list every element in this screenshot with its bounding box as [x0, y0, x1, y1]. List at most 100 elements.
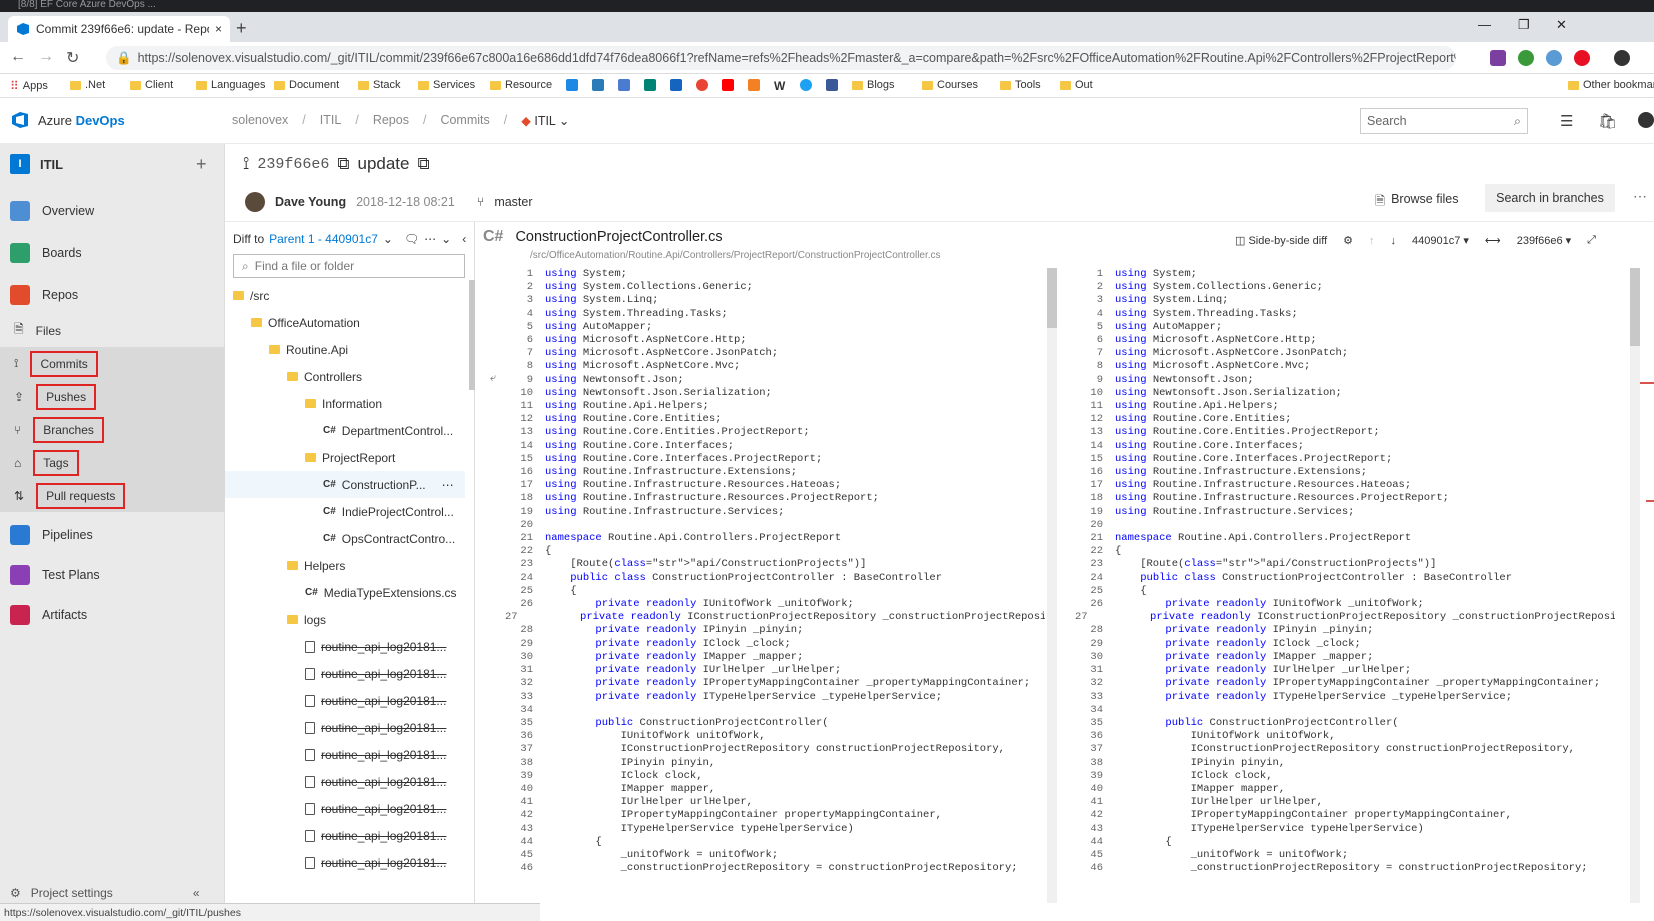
breadcrumb-repos[interactable]: Repos: [373, 113, 409, 128]
reload-icon[interactable]: ↻: [66, 48, 79, 68]
tree-file[interactable]: C# DepartmentControl...: [225, 417, 465, 444]
tree-file[interactable]: C# OpsContractContro...: [225, 525, 465, 552]
arrow-down-icon[interactable]: ↓: [1391, 235, 1397, 247]
nav-overview[interactable]: Overview: [0, 194, 225, 228]
tree-file-deleted[interactable]: routine_api_log20181...: [225, 714, 465, 741]
comment-icon[interactable]: 🗨: [404, 232, 419, 246]
tree-folder[interactable]: Helpers: [225, 552, 465, 579]
tree-file-deleted[interactable]: routine_api_log20181...: [225, 633, 465, 660]
search-in-branches-button[interactable]: Search in branches: [1485, 184, 1615, 212]
bookmark-apps[interactable]: ⠿ Apps: [10, 79, 48, 93]
browse-files-button[interactable]: 🗎 Browse files: [1375, 192, 1458, 213]
breadcrumb-commits[interactable]: Commits: [440, 113, 489, 128]
tree-folder[interactable]: Information: [225, 390, 465, 417]
browser-tab[interactable]: Commit 239f66e6: update - Repos ×: [8, 16, 230, 42]
gear-icon[interactable]: ⚙: [1343, 234, 1353, 247]
url-field[interactable]: 🔒 https://solenovex.visualstudio.com/_gi…: [106, 46, 1456, 70]
bookmark-folder[interactable]: Stack: [358, 79, 401, 91]
nav-branches[interactable]: ⑂ Branches: [0, 413, 225, 446]
tree-folder[interactable]: ProjectReport: [225, 444, 465, 471]
profile-icon[interactable]: [1614, 50, 1630, 66]
nav-boards[interactable]: Boards: [0, 236, 225, 270]
list-icon[interactable]: ☰: [1560, 112, 1573, 130]
other-bookmarks[interactable]: Other bookmarks: [1568, 79, 1654, 91]
window-close-icon[interactable]: ✕: [1556, 17, 1567, 33]
right-scrollbar-thumb[interactable]: [1630, 268, 1640, 346]
side-by-side-toggle[interactable]: ◫ Side-by-side diff: [1235, 234, 1327, 247]
tree-file-deleted[interactable]: routine_api_log20181...: [225, 660, 465, 687]
tree-folder[interactable]: Controllers: [225, 363, 465, 390]
bookmark-folder[interactable]: .Net: [70, 79, 105, 91]
bookmark-folder[interactable]: Services: [418, 79, 475, 91]
left-scrollbar-thumb[interactable]: [1047, 268, 1057, 328]
copy-icon[interactable]: ⧉: [417, 154, 429, 174]
wikipedia-icon[interactable]: W: [774, 79, 785, 93]
project-header[interactable]: I ITIL: [10, 154, 63, 174]
tree-file-deleted[interactable]: routine_api_log20181...: [225, 822, 465, 849]
search-box[interactable]: Search ⌕: [1360, 108, 1528, 134]
bookmark-favicon-icon[interactable]: [618, 79, 630, 91]
nav-files[interactable]: 🗎 Files: [0, 314, 225, 347]
facebook-icon[interactable]: [826, 79, 838, 91]
nav-repos[interactable]: Repos: [0, 278, 225, 312]
comment-marker-icon[interactable]: ⤶: [490, 372, 496, 385]
user-avatar[interactable]: [1638, 112, 1654, 128]
onenote-extension-icon[interactable]: [1490, 50, 1506, 66]
collapse-pane-icon[interactable]: ‹: [462, 232, 466, 246]
nav-artifacts[interactable]: Artifacts: [0, 598, 225, 632]
back-icon[interactable]: ←: [10, 48, 26, 66]
nav-pull-requests[interactable]: ⇅ Pull requests: [0, 479, 225, 512]
tree-file[interactable]: C# MediaTypeExtensions.cs: [225, 579, 465, 606]
more-options-icon[interactable]: ⋯: [442, 478, 454, 492]
tree-folder[interactable]: OfficeAutomation: [225, 309, 465, 336]
tree-file-deleted[interactable]: routine_api_log20181...: [225, 795, 465, 822]
forward-icon[interactable]: →: [38, 48, 54, 66]
bookmark-folder[interactable]: Client: [130, 79, 173, 91]
nav-pushes[interactable]: ⇪ Pushes: [0, 380, 225, 413]
tree-file-selected[interactable]: C# ConstructionP... ⋯: [225, 471, 465, 498]
bing-icon[interactable]: [644, 79, 656, 91]
arrow-up-icon[interactable]: ↑: [1369, 235, 1375, 247]
expand-icon[interactable]: ⤢: [1587, 234, 1596, 247]
nav-test-plans[interactable]: Test Plans: [0, 558, 225, 592]
project-settings[interactable]: ⚙ Project settings «: [10, 886, 200, 900]
minimize-icon[interactable]: —: [1478, 17, 1491, 32]
google-icon[interactable]: [696, 79, 708, 91]
breadcrumb-project[interactable]: ITIL: [320, 113, 342, 128]
azure-devops-logo[interactable]: Azure DevOps: [10, 110, 125, 130]
left-version-selector[interactable]: 440901c7 ▾: [1412, 234, 1469, 247]
tree-scrollbar[interactable]: [469, 280, 475, 390]
bookmark-folder[interactable]: Document: [274, 79, 339, 91]
twitter-icon[interactable]: [800, 79, 812, 91]
add-icon[interactable]: +: [196, 154, 207, 175]
nav-pipelines[interactable]: Pipelines: [0, 518, 225, 552]
tree-folder[interactable]: logs: [225, 606, 465, 633]
bookmark-folder[interactable]: Blogs: [852, 79, 895, 91]
tree-file-deleted[interactable]: routine_api_log20181...: [225, 768, 465, 795]
tree-file-deleted[interactable]: routine_api_log20181...: [225, 849, 465, 876]
bookmark-folder[interactable]: Out: [1060, 79, 1093, 91]
extension-icon[interactable]: [1546, 50, 1562, 66]
bookmark-folder[interactable]: Courses: [922, 79, 978, 91]
branch-link[interactable]: master: [494, 195, 532, 209]
tree-file[interactable]: C# IndieProjectControl...: [225, 498, 465, 525]
shopping-bag-icon[interactable]: 🛍: [1598, 112, 1617, 130]
opera-extension-icon[interactable]: [1574, 50, 1590, 66]
nav-tags[interactable]: ⌂ Tags: [0, 446, 225, 479]
chevron-down-icon[interactable]: ⌄: [441, 232, 451, 246]
tree-file-deleted[interactable]: routine_api_log20181...: [225, 687, 465, 714]
bookmark-folder[interactable]: Languages: [196, 79, 265, 91]
restore-icon[interactable]: ❐: [1518, 17, 1530, 33]
parent-selector[interactable]: Parent 1 - 440901c7: [269, 232, 378, 246]
nav-commits[interactable]: ⟟ Commits: [0, 347, 225, 380]
diff-to-selector[interactable]: Diff to Parent 1 - 440901c7 ⌄ 🗨 ⋯ ⌄ ‹: [233, 232, 466, 246]
youtube-icon[interactable]: [722, 79, 734, 91]
collapse-icon[interactable]: «: [193, 886, 200, 900]
right-version-selector[interactable]: 239f66e6 ▾: [1517, 234, 1571, 247]
repo-selector[interactable]: ◆ ITIL ⌄: [521, 113, 569, 128]
tree-file-deleted[interactable]: routine_api_log20181...: [225, 741, 465, 768]
bookmark-favicon-icon[interactable]: [670, 79, 682, 91]
tree-folder[interactable]: /src: [225, 282, 465, 309]
breadcrumb-org[interactable]: solenovex: [232, 113, 288, 128]
bookmark-favicon-icon[interactable]: [592, 79, 604, 91]
